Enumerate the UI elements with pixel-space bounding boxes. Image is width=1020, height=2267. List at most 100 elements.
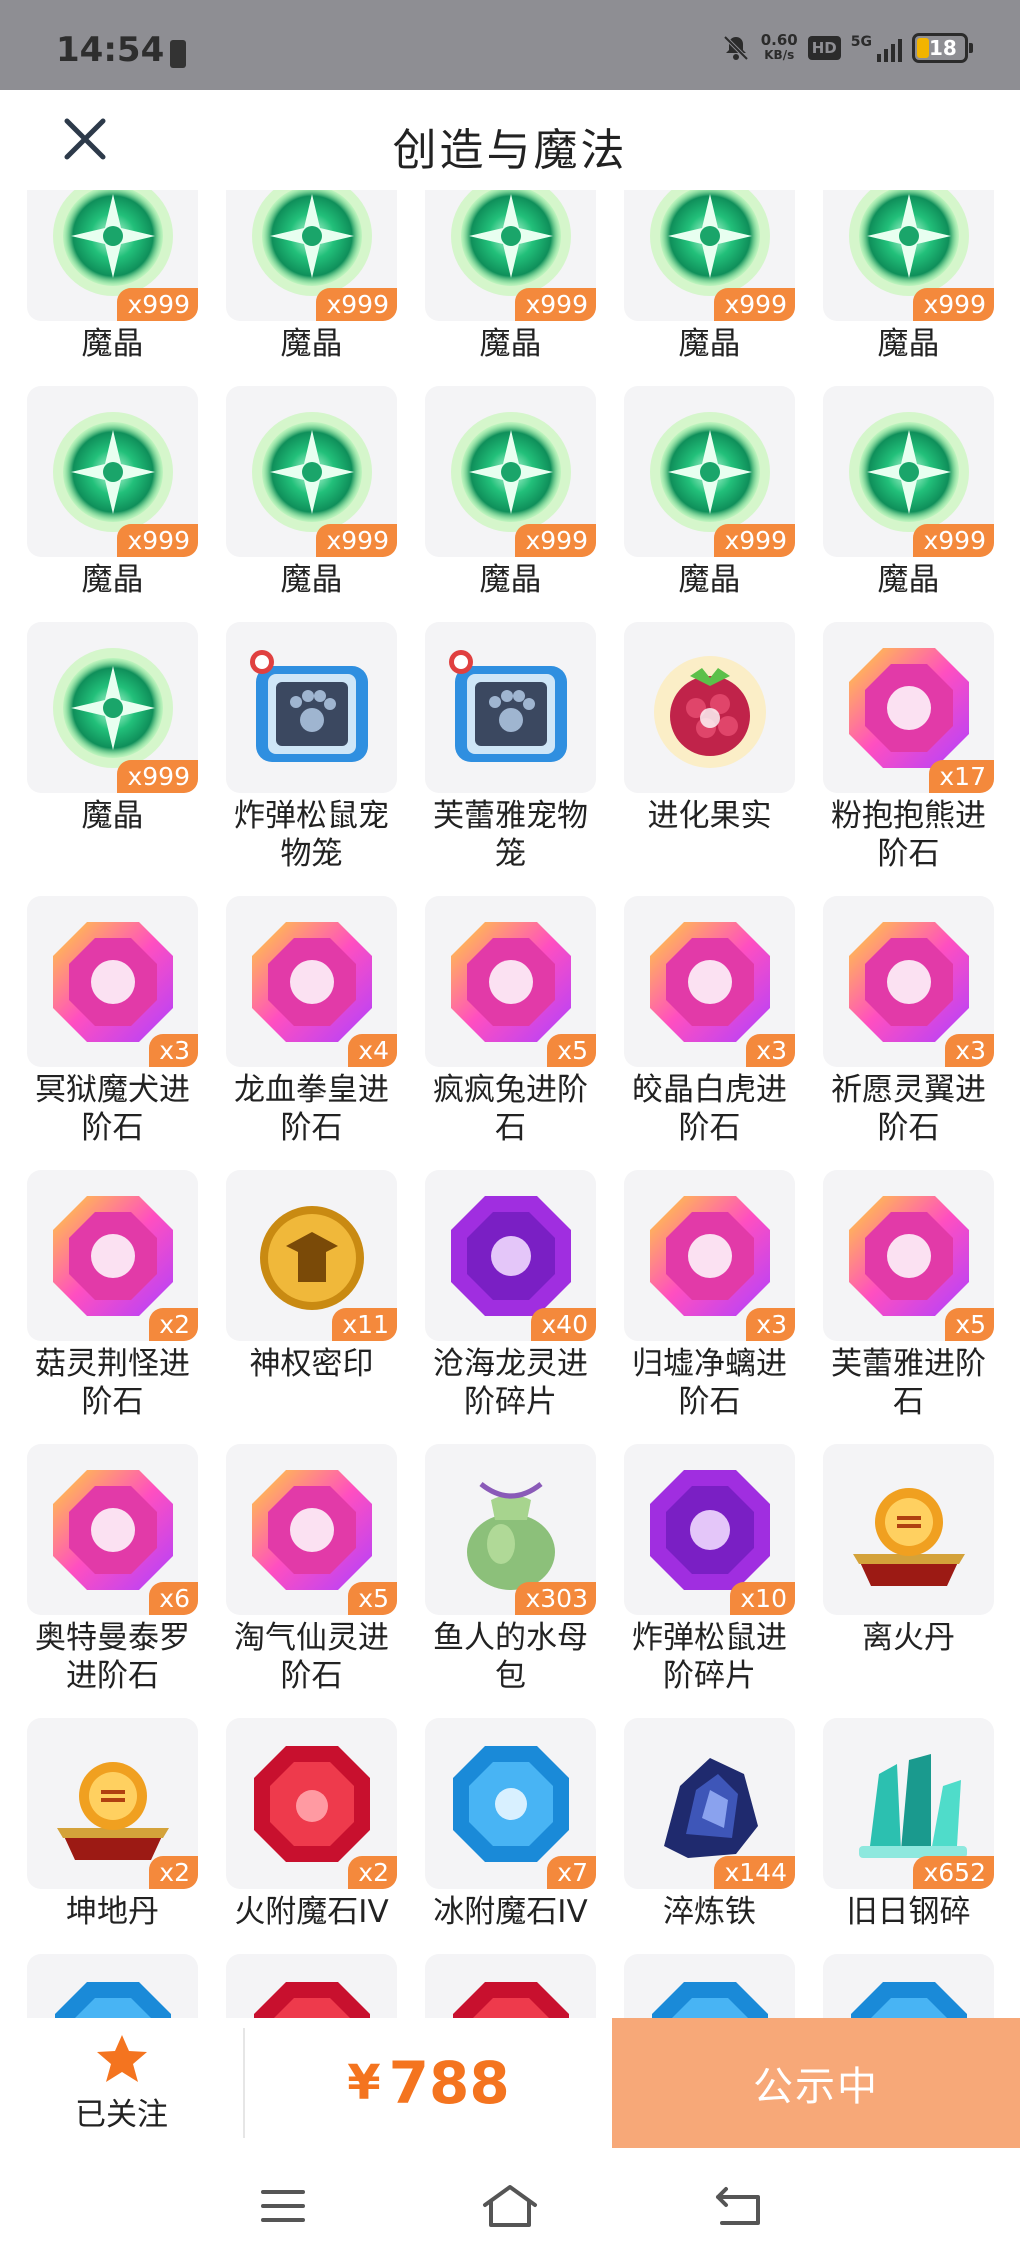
item-card[interactable]: x3 冥狱魔犬进阶石	[27, 896, 198, 1170]
item-card[interactable]: x3 皎晶白虎进阶石	[624, 896, 795, 1170]
item-card[interactable]: x17 粉抱抱熊进阶石	[823, 622, 994, 896]
item-name: 炸弹松鼠宠物笼	[234, 798, 389, 872]
item-name: 魔晶	[877, 326, 940, 362]
item-tile	[226, 1954, 397, 2018]
item-tile: x7	[425, 1718, 596, 1889]
status-icons: 0.60 KB/s HD 5G 18	[721, 30, 973, 66]
iron-ore-icon	[663, 1757, 758, 1858]
item-card[interactable]: x999 魔晶	[624, 386, 795, 622]
item-count-badge: x5	[547, 1034, 596, 1067]
rainbow-gem-icon	[450, 921, 571, 1042]
item-card[interactable]: x999 魔晶	[27, 622, 198, 896]
item-tile: x5	[425, 896, 596, 1067]
item-tile	[823, 1444, 994, 1615]
item-name: 魔晶	[81, 326, 144, 362]
item-card[interactable]: x2 菇灵荆怪进阶石	[27, 1170, 198, 1444]
item-card[interactable]: 离火丹	[823, 1444, 994, 1718]
rainbow-gem-icon	[848, 647, 969, 768]
back-button[interactable]	[708, 2180, 768, 2232]
item-card[interactable]: x3 归墟净螭进阶石	[624, 1170, 795, 1444]
item-name: 冰附魔石IV	[433, 1894, 588, 1930]
item-tile	[425, 1954, 596, 2018]
item-card[interactable]: x5 疯疯兔进阶石	[425, 896, 596, 1170]
item-name: 祈愿灵翼进阶石	[831, 1072, 986, 1146]
item-count-badge: x999	[515, 288, 596, 321]
item-card[interactable]: x11 神权密印	[226, 1170, 397, 1444]
item-card[interactable]: x652 旧日钢碎	[823, 1718, 994, 1954]
network-type: 5G	[850, 34, 872, 50]
green-crystal-orb-icon	[649, 411, 770, 532]
item-card[interactable]: x5 淘气仙灵进阶石	[226, 1444, 397, 1718]
item-card[interactable]: x2 坤地丹	[27, 1718, 198, 1954]
rainbow-gem-icon	[848, 921, 969, 1042]
rainbow-gem-icon	[52, 1195, 173, 1316]
menu-icon	[261, 2190, 305, 2222]
item-card[interactable]: x6 奥特曼泰罗进阶石	[27, 1444, 198, 1718]
item-name: 魔晶	[479, 562, 542, 598]
item-card[interactable]: x144 淬炼铁	[624, 1718, 795, 1954]
rainbow-gem-icon	[52, 1469, 173, 1590]
item-card[interactable]: x999 魔晶	[27, 190, 198, 386]
item-card[interactable]	[823, 1954, 994, 2018]
price-value: 788	[388, 2049, 510, 2117]
item-card[interactable]	[27, 1954, 198, 2018]
item-card[interactable]	[624, 1954, 795, 2018]
item-count-badge: x5	[945, 1308, 994, 1341]
publicity-status-button[interactable]: 公示中	[612, 2018, 1020, 2148]
app-screen: 14:54 0.60 KB/s HD 5G 18 创造与魔法 x999 魔晶 x…	[0, 0, 1020, 2267]
item-count-badge: x3	[945, 1034, 994, 1067]
item-card[interactable]: x999 魔晶	[425, 386, 596, 622]
item-card[interactable]: x999 魔晶	[624, 190, 795, 386]
blue-gem-icon	[452, 1745, 569, 1862]
item-card[interactable]: x7 冰附魔石IV	[425, 1718, 596, 1954]
item-card[interactable]: 炸弹松鼠宠物笼	[226, 622, 397, 896]
item-card[interactable]: 进化果实	[624, 622, 795, 896]
item-card[interactable]: 芙蕾雅宠物笼	[425, 622, 596, 896]
item-count-badge: x17	[929, 760, 994, 793]
item-card[interactable]: x999 魔晶	[823, 386, 994, 622]
item-count-badge: x10	[730, 1582, 795, 1615]
item-tile	[27, 1954, 198, 2018]
follow-button[interactable]: 已关注	[0, 2018, 243, 2148]
home-button[interactable]	[480, 2180, 540, 2232]
item-tile: x2	[27, 1170, 198, 1341]
item-card[interactable]: x303 鱼人的水母包	[425, 1444, 596, 1718]
item-card[interactable]: x40 沧海龙灵进阶碎片	[425, 1170, 596, 1444]
item-count-badge: x999	[117, 288, 198, 321]
item-grid-viewport[interactable]: x999 魔晶 x999 魔晶 x999 魔晶 x999 魔晶 x999 魔晶 x999 魔晶 x999…	[0, 190, 1020, 2018]
item-tile: x999	[27, 190, 198, 321]
item-card[interactable]: x2 火附魔石IV	[226, 1718, 397, 1954]
item-card[interactable]: x4 龙血拳皇进阶石	[226, 896, 397, 1170]
menu-button[interactable]	[253, 2180, 313, 2232]
item-count-badge: x999	[316, 288, 397, 321]
battery-icon: 18	[912, 33, 973, 63]
item-name: 芙蕾雅宠物笼	[433, 798, 588, 872]
pet-cage-icon	[448, 649, 567, 762]
bell-muted-icon	[723, 35, 749, 61]
pet-cage-icon	[249, 649, 368, 762]
item-tile: x3	[27, 896, 198, 1067]
blue-gem-icon	[651, 1981, 768, 2018]
item-card[interactable]	[226, 1954, 397, 2018]
item-name: 魔晶	[678, 562, 741, 598]
item-tile: x144	[624, 1718, 795, 1889]
item-name: 疯疯兔进阶石	[433, 1072, 588, 1146]
item-tile: x11	[226, 1170, 397, 1341]
berry-fruit-icon	[653, 655, 766, 768]
item-card[interactable]: x999 魔晶	[823, 190, 994, 386]
battery-level: 18	[929, 36, 957, 60]
item-name: 魔晶	[81, 562, 144, 598]
item-card[interactable]: x5 芙蕾雅进阶石	[823, 1170, 994, 1444]
item-count-badge: x999	[714, 288, 795, 321]
item-card[interactable]: x999 魔晶	[27, 386, 198, 622]
price: ¥ 788	[245, 2018, 612, 2148]
item-name: 沧海龙灵进阶碎片	[433, 1346, 588, 1420]
item-card[interactable]: x999 魔晶	[226, 386, 397, 622]
item-card[interactable]: x999 魔晶	[226, 190, 397, 386]
item-card[interactable]	[425, 1954, 596, 2018]
network-speed-value: 0.60	[760, 31, 798, 49]
item-card[interactable]: x10 炸弹松鼠进阶碎片	[624, 1444, 795, 1718]
item-name: 魔晶	[479, 326, 542, 362]
item-card[interactable]: x3 祈愿灵翼进阶石	[823, 896, 994, 1170]
item-card[interactable]: x999 魔晶	[425, 190, 596, 386]
